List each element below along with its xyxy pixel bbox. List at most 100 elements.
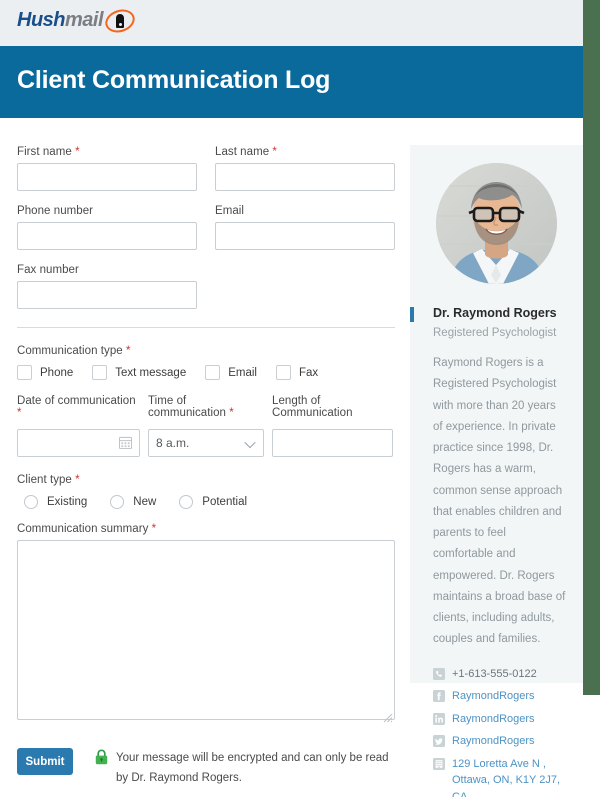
client-type-label-text: Client type <box>17 474 72 486</box>
contact-address[interactable]: 129 Loretta Ave N , Ottawa, ON, K1Y 2J7,… <box>433 756 569 797</box>
twitter-icon[interactable] <box>433 735 445 748</box>
section-divider <box>17 327 395 328</box>
fax-number-label: Fax number <box>17 264 79 276</box>
submit-button[interactable]: Submit <box>17 748 73 775</box>
phone-number-group: Phone number <box>17 205 197 250</box>
practitioner-bio: Raymond Rogers is a Registered Psycholog… <box>433 357 566 646</box>
last-name-input[interactable] <box>215 163 395 191</box>
logo-text-hush: Hush <box>17 9 66 31</box>
page-root: Hush mail Client Communication Log First … <box>0 0 600 797</box>
avatar <box>436 163 557 284</box>
checkbox-option-text-message[interactable]: Text message <box>92 365 186 380</box>
fax-number-input[interactable] <box>17 281 197 309</box>
checkbox-option-phone[interactable]: Phone <box>17 365 73 380</box>
required-asterisk: * <box>71 146 80 158</box>
radio-circle[interactable] <box>179 495 194 509</box>
last-name-group: Last name * <box>215 146 395 191</box>
radio-option-potential[interactable]: Potential <box>179 495 247 509</box>
submit-bar: Submit Your message will be encrypted an… <box>17 748 395 788</box>
radio-label: New <box>133 496 157 508</box>
hushmail-lock-icon <box>102 5 138 36</box>
radio-label: Existing <box>47 496 88 508</box>
client-type-options: Existing New Potential <box>24 495 395 509</box>
time-of-communication-select[interactable]: 8 a.m. <box>148 429 264 457</box>
name-accent-bar <box>410 307 414 322</box>
checkbox-box[interactable] <box>17 365 32 380</box>
time-of-communication-field[interactable]: 8 a.m. <box>148 429 264 457</box>
practitioner-title: Registered Psychologist <box>433 327 557 339</box>
first-name-label-text: First name <box>17 146 72 158</box>
date-of-communication-label: Date of communication * <box>17 395 140 419</box>
communication-type-group: Communication type * Phone Text message … <box>17 345 395 380</box>
date-of-communication-input[interactable] <box>17 429 140 457</box>
page-title: Client Communication Log <box>17 66 331 94</box>
communication-summary-label-text: Communication summary <box>17 523 149 535</box>
communication-type-label: Communication type * <box>17 345 395 357</box>
radio-circle[interactable] <box>110 495 125 509</box>
avatar-portrait-icon <box>436 163 557 284</box>
time-of-communication-label: Time of communication * <box>148 395 264 419</box>
radio-label: Potential <box>202 496 248 508</box>
communication-summary-label: Communication summary * <box>17 523 395 535</box>
email-input[interactable] <box>215 222 395 250</box>
last-name-label: Last name * <box>215 146 395 158</box>
communication-type-label-text: Communication type <box>17 345 123 357</box>
checkbox-box[interactable] <box>205 365 221 380</box>
required-asterisk: * <box>148 523 157 535</box>
chevron-down-icon[interactable] <box>244 436 256 449</box>
checkbox-label: Phone <box>40 366 74 379</box>
contact-facebook[interactable]: RaymondRogers <box>433 688 569 705</box>
time-of-communication-label-text: Time of communication <box>148 395 226 419</box>
title-banner: Client Communication Log <box>0 46 583 118</box>
facebook-icon[interactable] <box>433 690 445 703</box>
required-asterisk: * <box>17 407 22 419</box>
right-green-band <box>583 0 600 695</box>
radio-circle[interactable] <box>24 495 38 509</box>
email-label: Email <box>215 205 245 217</box>
communication-summary-group: Communication summary * <box>17 523 395 725</box>
length-of-communication-label: Length of Communication <box>272 395 353 419</box>
first-name-input[interactable] <box>17 163 197 191</box>
practitioner-sidebar: Dr. Raymond Rogers Registered Psychologi… <box>410 145 583 797</box>
logo-text-mail: mail <box>65 9 104 31</box>
checkbox-option-fax[interactable]: Fax <box>275 365 319 380</box>
date-of-communication-field <box>17 429 140 457</box>
contact-facebook-text[interactable]: RaymondRogers <box>452 688 535 705</box>
checkbox-label: Email <box>228 366 257 379</box>
phone-icon <box>433 667 445 680</box>
contact-address-text[interactable]: 129 Loretta Ave N , Ottawa, ON, K1Y 2J7,… <box>452 756 569 797</box>
contact-linkedin[interactable]: RaymondRogers <box>433 711 569 728</box>
hushmail-logo[interactable]: Hush mail <box>17 5 138 36</box>
checkbox-label: Text message <box>115 366 187 379</box>
checkbox-label: Fax <box>298 366 319 379</box>
first-name-group: First name * <box>17 146 197 191</box>
required-asterisk: * <box>226 407 234 419</box>
checkbox-box[interactable] <box>275 365 291 380</box>
client-type-label: Client type * <box>17 474 395 486</box>
radio-option-existing[interactable]: Existing <box>24 495 87 509</box>
contact-twitter-text[interactable]: RaymondRogers <box>452 733 535 750</box>
client-type-group: Client type * Existing New Potential <box>17 474 395 509</box>
building-icon[interactable] <box>433 757 445 770</box>
lock-icon <box>95 749 108 765</box>
required-asterisk: * <box>269 146 277 158</box>
checkbox-box[interactable] <box>92 365 108 380</box>
datetime-row: Date of communication * Time of communic… <box>17 395 395 457</box>
radio-option-new[interactable]: New <box>110 495 156 509</box>
phone-number-label: Phone number <box>17 205 94 217</box>
linkedin-icon[interactable] <box>433 712 445 725</box>
contact-linkedin-text[interactable]: RaymondRogers <box>452 711 535 728</box>
communication-summary-textarea[interactable] <box>17 540 395 720</box>
phone-number-input[interactable] <box>17 222 197 250</box>
practitioner-name-block: Dr. Raymond Rogers Registered Psychologi… <box>410 306 569 339</box>
contact-twitter[interactable]: RaymondRogers <box>433 733 569 750</box>
email-group: Email <box>215 205 395 250</box>
encryption-note-text: Your message will be encrypted and can o… <box>116 752 389 785</box>
checkbox-option-email[interactable]: Email <box>205 365 257 380</box>
required-asterisk: * <box>122 345 131 357</box>
required-asterisk: * <box>71 474 80 486</box>
length-of-communication-field <box>272 429 393 457</box>
time-of-communication-value: 8 a.m. <box>156 436 190 450</box>
length-of-communication-input[interactable] <box>272 429 393 457</box>
fax-number-group: Fax number <box>17 264 197 309</box>
